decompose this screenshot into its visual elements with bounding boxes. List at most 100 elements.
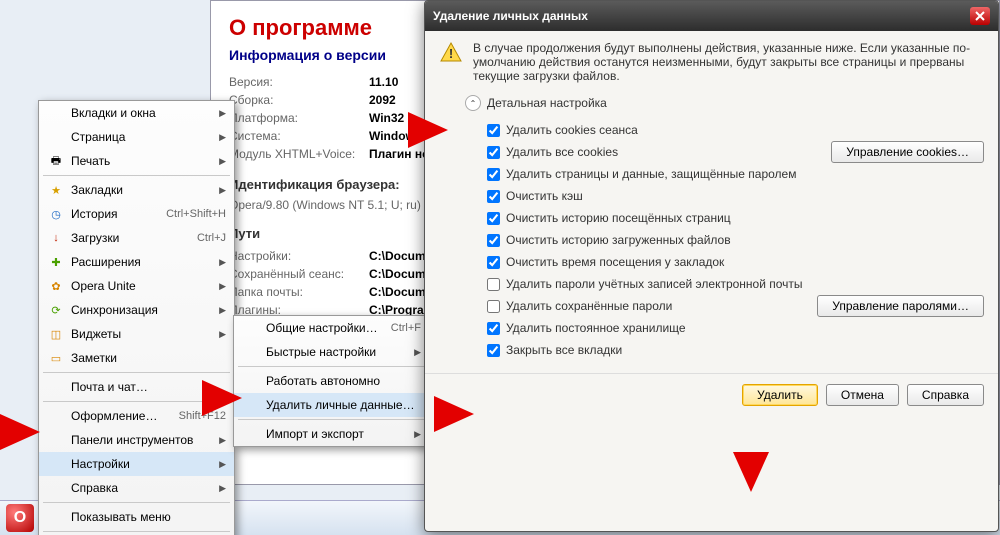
menu-item-icon bbox=[47, 480, 65, 496]
menu-item[interactable]: ★Закладки▶ bbox=[39, 178, 234, 202]
submenu-arrow-icon: ▶ bbox=[414, 429, 421, 440]
close-button[interactable] bbox=[970, 7, 990, 25]
submenu-arrow-icon: ▶ bbox=[219, 329, 226, 340]
submenu-item-label: Быстрые настройки bbox=[266, 345, 414, 359]
option-label: Удалить страницы и данные, защищённые па… bbox=[506, 167, 796, 181]
option-checkbox[interactable] bbox=[487, 344, 500, 357]
menu-separator bbox=[43, 502, 230, 503]
detail-toggle[interactable]: ⌃ Детальная настройка bbox=[465, 95, 984, 111]
submenu-arrow-icon: ▶ bbox=[414, 347, 421, 358]
delete-data-dialog: Удаление личных данных ! В случае продол… bbox=[424, 0, 999, 532]
option-checkbox[interactable] bbox=[487, 124, 500, 137]
menu-separator bbox=[238, 419, 425, 420]
menu-item-label: Синхронизация bbox=[71, 303, 219, 317]
option-row: Очистить кэш bbox=[487, 185, 984, 207]
option-label: Очистить кэш bbox=[506, 189, 583, 203]
menu-item-label: Печать bbox=[71, 154, 219, 168]
option-row: Удалить сохранённые пароли Управление пар… bbox=[487, 295, 984, 317]
dialog-titlebar: Удаление личных данных bbox=[425, 1, 998, 31]
menu-item[interactable]: ↓ЗагрузкиCtrl+J bbox=[39, 226, 234, 250]
menu-item-label: Opera Unite bbox=[71, 279, 219, 293]
menu-item[interactable]: Вкладки и окна▶ bbox=[39, 101, 234, 125]
submenu-item[interactable]: Общие настройки…Ctrl+F bbox=[234, 316, 429, 340]
option-checkbox[interactable] bbox=[487, 234, 500, 247]
submenu-item[interactable]: Быстрые настройки▶ bbox=[234, 340, 429, 364]
annotation-arrow-1 bbox=[0, 414, 40, 450]
option-checkbox[interactable] bbox=[487, 212, 500, 225]
menu-item[interactable]: ✿ Opera Unite▶ bbox=[39, 274, 234, 298]
submenu-arrow-icon: ▶ bbox=[219, 185, 226, 196]
menu-item[interactable]: ⟳ Синхронизация▶ bbox=[39, 298, 234, 322]
detail-label: Детальная настройка bbox=[487, 96, 607, 110]
menu-item-icon: ⟳ bbox=[47, 302, 65, 318]
menu-item-icon bbox=[47, 408, 65, 424]
menu-item-icon: ✿ bbox=[47, 278, 65, 294]
menu-item-label: История bbox=[71, 207, 166, 221]
submenu-item[interactable]: Работать автономно bbox=[234, 369, 429, 393]
submenu-item[interactable]: Импорт и экспорт▶ bbox=[234, 422, 429, 446]
annotation-arrow-3 bbox=[408, 112, 448, 148]
menu-item-label: Расширения bbox=[71, 255, 219, 269]
help-button[interactable]: Справка bbox=[907, 384, 984, 406]
option-checkbox[interactable] bbox=[487, 168, 500, 181]
menu-item-label: Оформление… bbox=[71, 409, 179, 423]
option-label: Удалить постоянное хранилище bbox=[506, 321, 686, 335]
option-checkbox[interactable] bbox=[487, 190, 500, 203]
menu-item-icon: ◷ bbox=[47, 206, 65, 222]
menu-item-label: Показывать меню bbox=[71, 510, 226, 524]
menu-item[interactable]: Показывать меню bbox=[39, 505, 234, 529]
submenu-item[interactable]: Удалить личные данные… bbox=[234, 393, 429, 417]
submenu-arrow-icon: ▶ bbox=[219, 483, 226, 494]
opera-menu-button[interactable]: O bbox=[6, 504, 34, 532]
manage-button[interactable]: Управление cookies… bbox=[831, 141, 984, 163]
option-label: Удалить сохранённые пароли bbox=[506, 299, 672, 313]
menu-item[interactable]: ◷ИсторияCtrl+Shift+H bbox=[39, 202, 234, 226]
menu-item-label: Виджеты bbox=[71, 327, 219, 341]
menu-item[interactable]: Настройки▶ bbox=[39, 452, 234, 476]
menu-item[interactable]: ◫ Виджеты▶ bbox=[39, 322, 234, 346]
option-label: Удалить cookies сеанса bbox=[506, 123, 638, 137]
menu-item[interactable]: 🖶Печать▶ bbox=[39, 149, 234, 173]
submenu-arrow-icon: ▶ bbox=[219, 108, 226, 119]
delete-button[interactable]: Удалить bbox=[742, 384, 818, 406]
menu-item[interactable]: Страница▶ bbox=[39, 125, 234, 149]
option-checkbox[interactable] bbox=[487, 300, 500, 313]
menu-item[interactable]: ▭Заметки bbox=[39, 346, 234, 370]
menu-item[interactable]: Панели инструментов▶ bbox=[39, 428, 234, 452]
option-row: Закрыть все вкладки bbox=[487, 339, 984, 361]
close-icon bbox=[975, 11, 985, 21]
menu-item-label: Заметки bbox=[71, 351, 226, 365]
menu-item[interactable]: ✚Расширения▶ bbox=[39, 250, 234, 274]
warning-icon: ! bbox=[439, 41, 463, 65]
menu-item-icon bbox=[47, 379, 65, 395]
menu-item-label: Страница bbox=[71, 130, 219, 144]
menu-item-icon bbox=[47, 129, 65, 145]
menu-item-icon: ◫ bbox=[47, 326, 65, 342]
menu-item-label: Панели инструментов bbox=[71, 433, 219, 447]
option-checkbox[interactable] bbox=[487, 278, 500, 291]
menu-item-label: Настройки bbox=[71, 457, 219, 471]
submenu-item-label: Общие настройки… bbox=[266, 321, 391, 335]
menu-separator bbox=[238, 366, 425, 367]
submenu-arrow-icon: ▶ bbox=[219, 435, 226, 446]
submenu-arrow-icon: ▶ bbox=[219, 459, 226, 470]
option-checkbox[interactable] bbox=[487, 146, 500, 159]
option-checkbox[interactable] bbox=[487, 256, 500, 269]
manage-button[interactable]: Управление паролями… bbox=[817, 295, 984, 317]
option-row: Удалить страницы и данные, защищённые па… bbox=[487, 163, 984, 185]
annotation-arrow-2 bbox=[202, 380, 242, 416]
settings-submenu: Общие настройки…Ctrl+FБыстрые настройки▶… bbox=[233, 315, 430, 447]
menu-item-icon bbox=[47, 432, 65, 448]
submenu-item-label: Работать автономно bbox=[266, 374, 421, 388]
cancel-button[interactable]: Отмена bbox=[826, 384, 899, 406]
menu-item[interactable]: Справка▶ bbox=[39, 476, 234, 500]
submenu-arrow-icon: ▶ bbox=[219, 305, 226, 316]
menu-separator bbox=[43, 175, 230, 176]
option-checkbox[interactable] bbox=[487, 322, 500, 335]
option-row: Очистить время посещения у закладок bbox=[487, 251, 984, 273]
menu-item-icon: ↓ bbox=[47, 230, 65, 246]
menu-separator bbox=[43, 372, 230, 373]
menu-item-icon bbox=[47, 105, 65, 121]
submenu-arrow-icon: ▶ bbox=[219, 281, 226, 292]
option-row: Удалить пароли учётных записей электронн… bbox=[487, 273, 984, 295]
